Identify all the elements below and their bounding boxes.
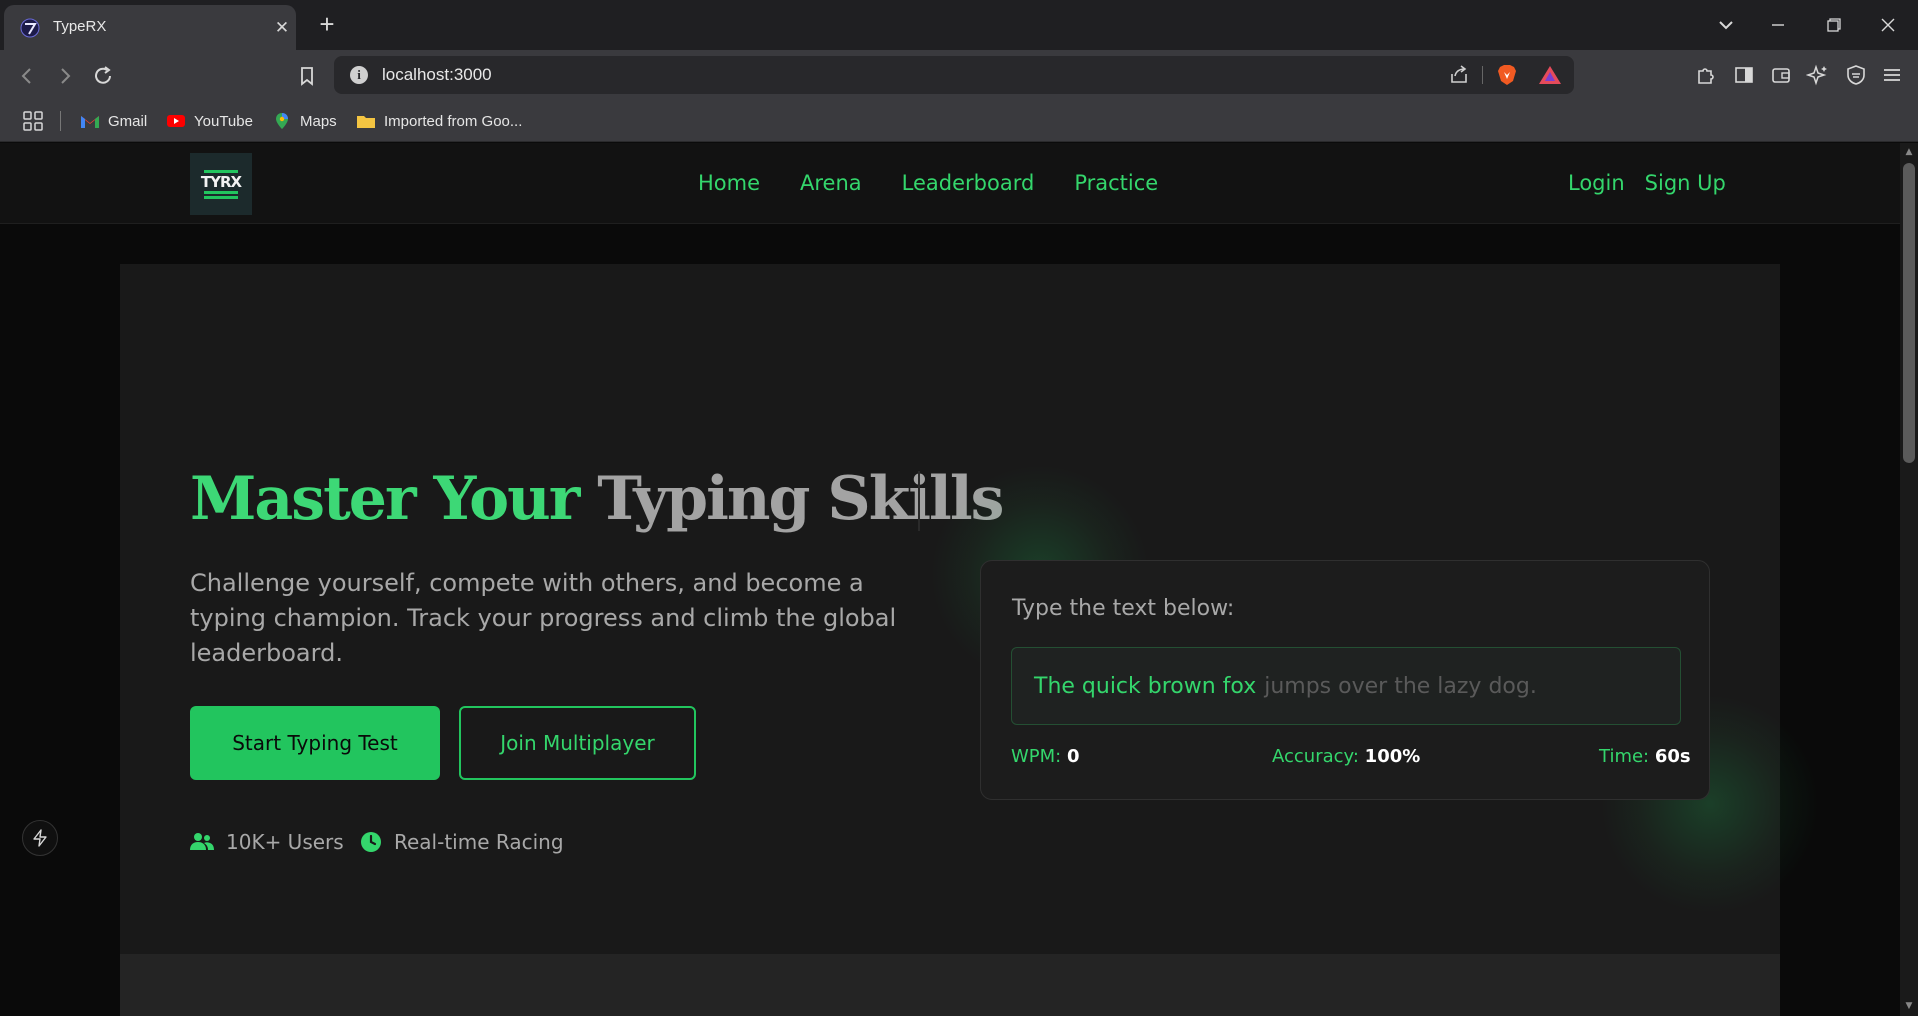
- leo-ai-icon[interactable]: [1806, 63, 1830, 87]
- nav-home[interactable]: Home: [698, 171, 760, 195]
- wpm-value: 0: [1066, 746, 1080, 767]
- wpm-metric: WPM: 0: [1011, 746, 1080, 767]
- untyped-text: jumps over the lazy dog.: [1264, 673, 1537, 699]
- typing-cursor: [918, 471, 920, 531]
- typing-preview-card: Type the text below: The quick brown fox…: [980, 560, 1710, 800]
- typing-text-box[interactable]: The quick brown fox jumps over the lazy …: [1011, 647, 1681, 725]
- typerx-favicon-icon: [20, 18, 40, 38]
- stat-realtime: Real-time Racing: [360, 830, 564, 854]
- address-bar[interactable]: i localhost:3000: [334, 56, 1574, 94]
- bookmark-label: Imported from Goo...: [384, 112, 523, 130]
- stat-users-label: 10K+ Users: [226, 830, 344, 854]
- share-icon[interactable]: [1448, 64, 1470, 86]
- folder-icon: [357, 116, 375, 128]
- scroll-up-arrow-icon[interactable]: ▲: [1904, 147, 1914, 157]
- vpn-shield-icon[interactable]: [1844, 63, 1868, 87]
- join-multiplayer-button[interactable]: Join Multiplayer: [459, 706, 696, 780]
- stat-users: 10K+ Users: [190, 830, 344, 854]
- browser-tab[interactable]: TypeRX ✕: [4, 5, 296, 50]
- restore-icon[interactable]: [1815, 10, 1851, 40]
- start-typing-test-button[interactable]: Start Typing Test: [190, 706, 440, 780]
- bookmarks-divider: [60, 111, 61, 131]
- site-info-icon[interactable]: i: [350, 66, 368, 84]
- back-arrow-icon[interactable]: [12, 61, 42, 91]
- bookmark-label: Gmail: [108, 112, 148, 130]
- hero-subtitle: Challenge yourself, compete with others,…: [190, 569, 897, 667]
- bookmark-icon[interactable]: [292, 61, 322, 91]
- bookmark-gmail[interactable]: Gmail: [80, 109, 147, 133]
- bookmark-label: YouTube: [194, 112, 253, 130]
- nextjs-dev-indicator-button[interactable]: [22, 820, 58, 856]
- bookmark-maps[interactable]: Maps: [272, 109, 337, 133]
- wpm-label: WPM:: [1011, 746, 1062, 767]
- brave-rewards-icon[interactable]: [1538, 64, 1562, 86]
- sidebar-icon[interactable]: [1732, 63, 1756, 87]
- bookmarks-bar: Gmail YouTube Maps Imported from Goo...: [0, 100, 1918, 142]
- lightning-icon: [33, 829, 47, 847]
- new-tab-button[interactable]: +: [312, 10, 342, 40]
- logo-text: TYRX: [200, 172, 242, 191]
- web-page: TYRX Home Arena Leaderboard Practice Log…: [0, 143, 1900, 1016]
- wallet-icon[interactable]: [1769, 63, 1793, 87]
- accuracy-value: 100%: [1364, 746, 1421, 767]
- apps-grid-icon[interactable]: [22, 109, 44, 133]
- menu-icon[interactable]: [1880, 63, 1904, 87]
- brave-shields-icon[interactable]: [1496, 63, 1518, 87]
- accuracy-metric: Accuracy: 100%: [1272, 746, 1420, 767]
- reload-icon[interactable]: [88, 61, 118, 91]
- next-section: [120, 954, 1780, 1016]
- stat-realtime-label: Real-time Racing: [394, 830, 564, 854]
- users-icon: [190, 833, 214, 850]
- accuracy-label: Accuracy:: [1272, 746, 1359, 767]
- browser-tab-bar: TypeRX ✕ +: [0, 0, 1918, 50]
- bookmark-youtube[interactable]: YouTube: [166, 109, 253, 133]
- extensions-icon[interactable]: [1694, 63, 1718, 87]
- site-navbar: TYRX Home Arena Leaderboard Practice Log…: [0, 143, 1900, 224]
- hero-title-accent: Master Your: [190, 464, 580, 534]
- time-value: 60s: [1654, 746, 1691, 767]
- logo-stripe: [204, 195, 238, 199]
- auth-links: Login Sign Up: [1568, 171, 1726, 195]
- tab-close-icon[interactable]: ✕: [270, 16, 294, 40]
- typing-card-label: Type the text below:: [1012, 596, 1235, 621]
- site-logo[interactable]: TYRX: [190, 153, 252, 215]
- login-link[interactable]: Login: [1568, 171, 1625, 195]
- address-bar-separator: [1482, 66, 1483, 84]
- nav-leaderboard[interactable]: Leaderboard: [902, 171, 1035, 195]
- hero-title: Master Your Typing Skills: [190, 464, 1004, 534]
- maps-pin-icon: [276, 113, 288, 129]
- tab-title: TypeRX: [53, 18, 107, 35]
- url-text[interactable]: localhost:3000: [382, 65, 492, 85]
- time-metric: Time: 60s: [1599, 746, 1691, 767]
- signup-link[interactable]: Sign Up: [1645, 171, 1726, 195]
- tab-search-chevron-icon[interactable]: [1708, 10, 1744, 40]
- minimize-icon[interactable]: [1760, 10, 1796, 40]
- clock-icon: [361, 832, 381, 852]
- close-window-icon[interactable]: [1870, 10, 1906, 40]
- hero-section: Master Your Typing Skills Challenge your…: [120, 264, 1820, 954]
- typed-text: The quick brown fox: [1034, 673, 1257, 699]
- gmail-icon: [81, 116, 99, 128]
- main-nav: Home Arena Leaderboard Practice: [698, 171, 1158, 195]
- nav-arena[interactable]: Arena: [800, 171, 862, 195]
- nav-practice[interactable]: Practice: [1074, 171, 1158, 195]
- time-label: Time:: [1599, 746, 1650, 767]
- logo-stripe: [204, 190, 238, 194]
- page-scrollbar[interactable]: ▲ ▼: [1900, 143, 1918, 1016]
- forward-arrow-icon[interactable]: [50, 61, 80, 91]
- scroll-down-arrow-icon[interactable]: ▼: [1904, 1001, 1914, 1011]
- bookmark-label: Maps: [300, 112, 337, 130]
- youtube-icon: [167, 115, 185, 127]
- scrollbar-thumb[interactable]: [1903, 163, 1915, 463]
- bookmark-folder-imported[interactable]: Imported from Goo...: [356, 109, 522, 133]
